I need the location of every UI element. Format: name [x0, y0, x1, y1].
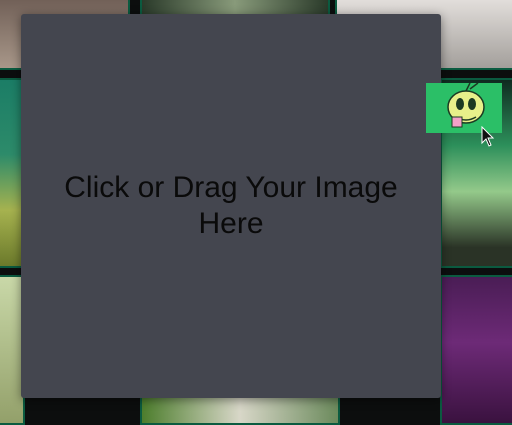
- collage-tile: [140, 395, 340, 425]
- image-drop-zone[interactable]: Click or Drag Your Image Here: [21, 14, 441, 398]
- mouse-cursor-icon: [481, 126, 495, 147]
- collage-tile: [440, 275, 512, 425]
- drop-zone-label: Click or Drag Your Image Here: [64, 171, 398, 240]
